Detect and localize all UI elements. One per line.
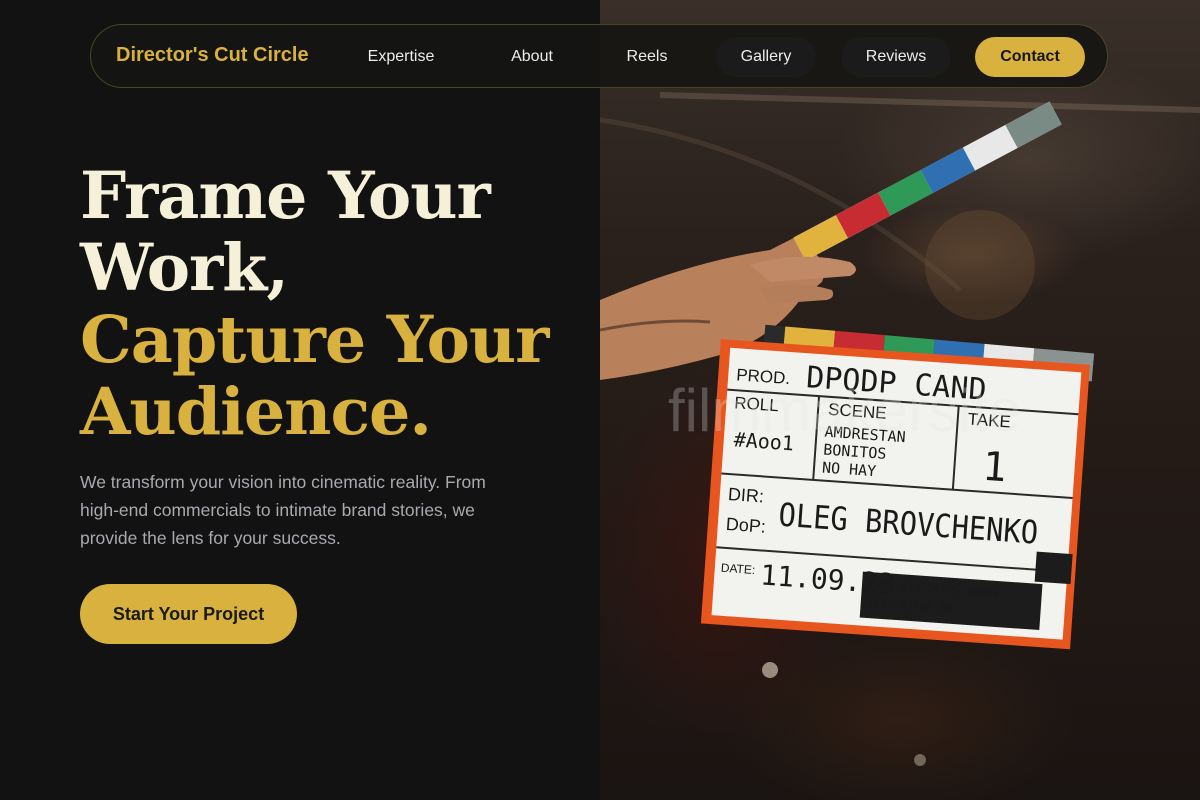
slate-date-label: DATE: — [720, 561, 755, 577]
hero-title: Frame Your Work, Capture Your Audience. — [80, 160, 600, 448]
hero-title-line-3: Capture Your — [80, 302, 549, 378]
slate-take-value: 1 — [981, 444, 1008, 492]
nav-item-expertise[interactable]: Expertise — [346, 37, 456, 77]
start-project-button[interactable]: Start Your Project — [80, 584, 297, 644]
contact-button[interactable]: Contact — [975, 37, 1085, 77]
slate-dir-label: DIR: — [727, 484, 764, 506]
hero-title-line-2: Work, — [80, 230, 289, 306]
top-navbar: Director's Cut Circle Expertise About Re… — [90, 24, 1108, 88]
nav-item-gallery[interactable]: Gallery — [716, 37, 816, 77]
nav-item-reels[interactable]: Reels — [600, 37, 694, 77]
slate-dop-label: DoP: — [725, 514, 766, 537]
hero-subtitle: We transform your vision into cinematic … — [80, 472, 486, 548]
page: PROD. DPQDP CAND ROLL #Aoo1 SCENE AMDRES… — [0, 0, 1200, 800]
slate-scene-line-3: NO HAY — [821, 459, 876, 481]
nav-item-reviews[interactable]: Reviews — [841, 37, 951, 77]
hero-title-line-4: Audience. — [80, 374, 432, 450]
hero-title-line-1: Frame Your — [80, 158, 491, 234]
brand-logo[interactable]: Director's Cut Circle — [116, 44, 309, 67]
watermark-text: filmmakersite — [668, 377, 1022, 444]
nav-item-about[interactable]: About — [479, 37, 585, 77]
